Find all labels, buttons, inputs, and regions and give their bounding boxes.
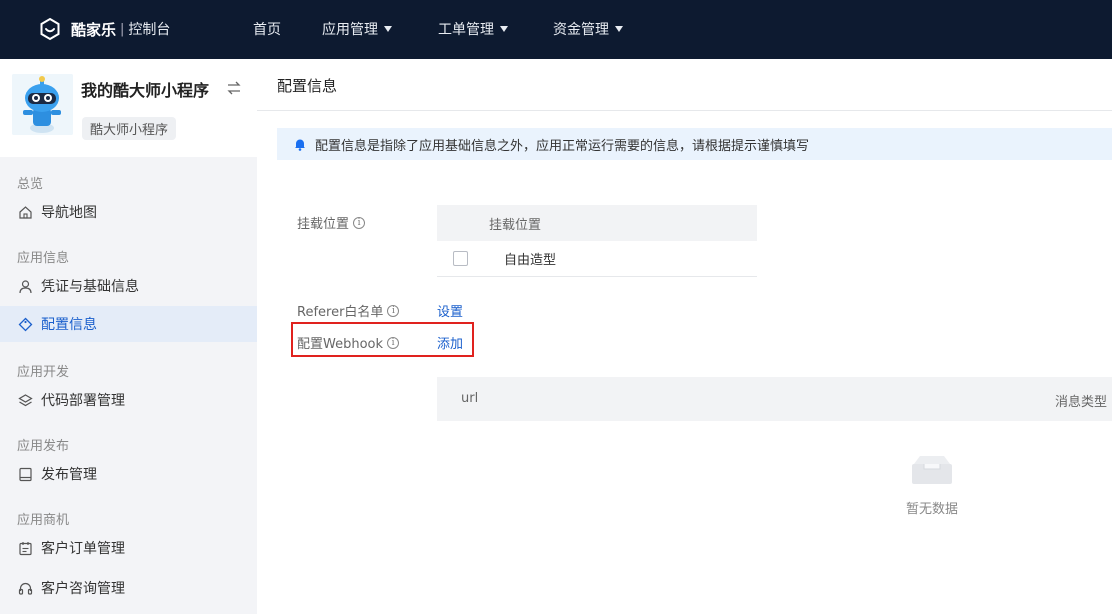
app-name: 我的酷大师小程序	[81, 81, 210, 100]
mount-position-value: 自由造型	[504, 253, 557, 268]
referer-whitelist-label-text: Referer白名单	[297, 305, 384, 320]
group-title-overview: 总览	[17, 177, 44, 192]
sidebar-item-label: 配置信息	[41, 317, 97, 333]
caret-down-icon	[615, 26, 623, 32]
sidebar-item-customer-orders[interactable]: 客户订单管理	[0, 530, 257, 566]
sidebar: 我的酷大师小程序 酷大师小程序 总览 导航地图 应用信息 凭证与基础信息 配置信…	[0, 59, 257, 614]
row-checkbox[interactable]	[453, 251, 468, 266]
info-icon[interactable]: i	[387, 336, 400, 349]
info-icon[interactable]: i	[353, 216, 366, 229]
nav-home-label: 首页	[253, 22, 281, 38]
mount-position-label-text: 挂载位置	[297, 217, 350, 232]
sidebar-item-credentials[interactable]: 凭证与基础信息	[0, 268, 257, 304]
message-type-column-header: 消息类型	[1055, 395, 1108, 410]
group-title-app-release: 应用发布	[17, 439, 70, 454]
sidebar-item-navigation-map[interactable]: 导航地图	[0, 194, 257, 230]
logo[interactable]: 酷家乐 | 控制台	[38, 17, 170, 41]
caret-down-icon	[384, 26, 392, 32]
caret-down-icon	[500, 26, 508, 32]
group-title-app-info: 应用信息	[17, 251, 70, 266]
info-icon[interactable]: i	[387, 304, 400, 317]
nav-app-management-label: 应用管理	[322, 22, 378, 38]
layers-icon	[17, 392, 33, 408]
notice-text: 配置信息是指除了应用基础信息之外，应用正常运行需要的信息，请根据提示谨慎填写	[315, 138, 810, 154]
home-icon	[17, 204, 33, 220]
empty-state: 暂无数据	[902, 452, 962, 517]
nav-home[interactable]: 首页	[253, 19, 281, 39]
mount-column-header: 挂载位置	[489, 217, 542, 233]
empty-box-icon	[912, 456, 952, 484]
sidebar-item-label: 客户咨询管理	[41, 581, 125, 597]
page-title: 配置信息	[277, 77, 338, 95]
headset-icon	[17, 580, 33, 596]
table-row: 自由造型	[437, 241, 757, 277]
mount-table-header: 挂载位置	[437, 205, 757, 241]
referer-whitelist-label: Referer白名单 i	[297, 301, 400, 320]
nav-app-management[interactable]: 应用管理	[322, 19, 392, 39]
sidebar-item-customer-inquiries[interactable]: 客户咨询管理	[0, 570, 257, 606]
nav-ticket-management-label: 工单管理	[438, 22, 494, 38]
nav-ticket-management[interactable]: 工单管理	[438, 19, 508, 39]
mount-position-table: 挂载位置 自由造型	[437, 205, 757, 277]
sidebar-item-label: 发布管理	[41, 467, 97, 483]
sidebar-item-code-deploy[interactable]: 代码部署管理	[0, 382, 257, 418]
top-navbar: 酷家乐 | 控制台 首页 应用管理 工单管理 资金管理	[0, 0, 1112, 59]
bell-icon	[295, 139, 305, 151]
webhook-label-text: 配置Webhook	[297, 337, 384, 352]
app-type-tag: 酷大师小程序	[82, 117, 177, 140]
calendar-icon	[17, 540, 33, 556]
group-title-app-dev: 应用开发	[17, 365, 70, 380]
nav-fund-management-label: 资金管理	[553, 22, 609, 38]
referer-settings-link[interactable]: 设置	[437, 301, 463, 320]
switch-app-icon[interactable]	[226, 80, 242, 96]
user-icon	[17, 278, 33, 294]
app-avatar	[12, 74, 73, 135]
book-icon	[17, 466, 33, 482]
url-column-header: url	[461, 391, 479, 406]
sidebar-item-label: 凭证与基础信息	[41, 279, 139, 295]
brand-separator: |	[120, 21, 125, 37]
brand-subtitle: 控制台	[128, 22, 171, 38]
robot-mascot-icon	[12, 74, 73, 135]
nav-fund-management[interactable]: 资金管理	[553, 19, 623, 39]
app-card: 我的酷大师小程序 酷大师小程序	[0, 59, 257, 157]
sidebar-item-config-info[interactable]: 配置信息	[0, 306, 257, 342]
notice-banner: 配置信息是指除了应用基础信息之外，应用正常运行需要的信息，请根据提示谨慎填写	[277, 128, 1112, 160]
sidebar-item-release-management[interactable]: 发布管理	[0, 456, 257, 492]
tag-icon	[17, 316, 33, 332]
brand-name: 酷家乐	[71, 20, 117, 39]
webhook-label: 配置Webhook i	[297, 333, 400, 352]
group-title-app-business: 应用商机	[17, 513, 70, 528]
brand-logo-icon	[40, 17, 60, 41]
sidebar-item-label: 代码部署管理	[41, 393, 125, 409]
mount-position-label: 挂载位置 i	[297, 213, 366, 232]
sidebar-item-label: 客户订单管理	[41, 541, 125, 557]
title-divider	[257, 110, 1112, 111]
add-webhook-link[interactable]: 添加	[437, 333, 463, 352]
empty-state-text: 暂无数据	[905, 502, 958, 517]
sidebar-item-label: 导航地图	[41, 205, 97, 221]
webhook-table-header: url 消息类型	[437, 377, 1112, 421]
